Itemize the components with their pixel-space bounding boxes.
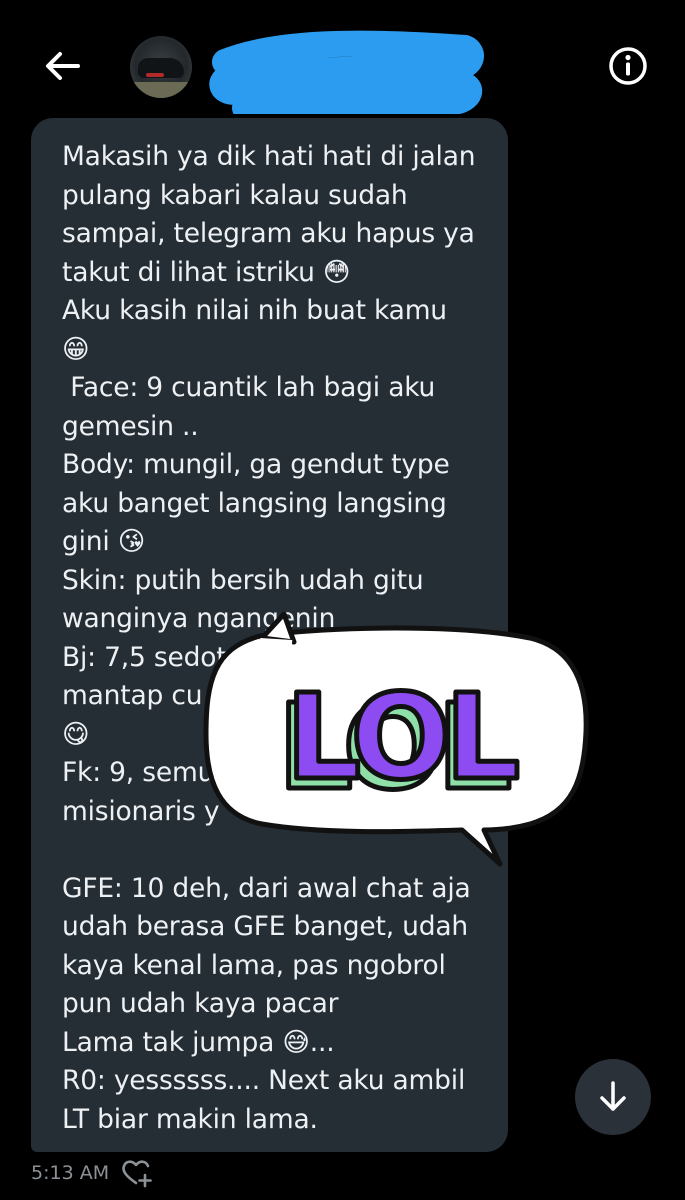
dm-conversation-screen: Makasih ya dik hati hati di jalan pulang… [0,0,685,1200]
react-button[interactable] [120,1158,154,1188]
heart-plus-icon [122,1160,152,1188]
message-timestamp: 5:13 AM [31,1162,110,1184]
redacted-name-scribble [209,30,484,114]
arrow-down-icon [600,1081,626,1111]
info-icon [609,47,647,85]
lol-sticker: LOL LOL [203,612,589,867]
back-arrow-icon [46,52,80,80]
contact-avatar[interactable] [130,36,192,98]
back-button[interactable] [38,42,86,90]
scroll-to-bottom-button[interactable] [575,1059,651,1135]
conversation-info-button[interactable] [604,42,652,90]
lol-text: LOL [286,668,517,806]
